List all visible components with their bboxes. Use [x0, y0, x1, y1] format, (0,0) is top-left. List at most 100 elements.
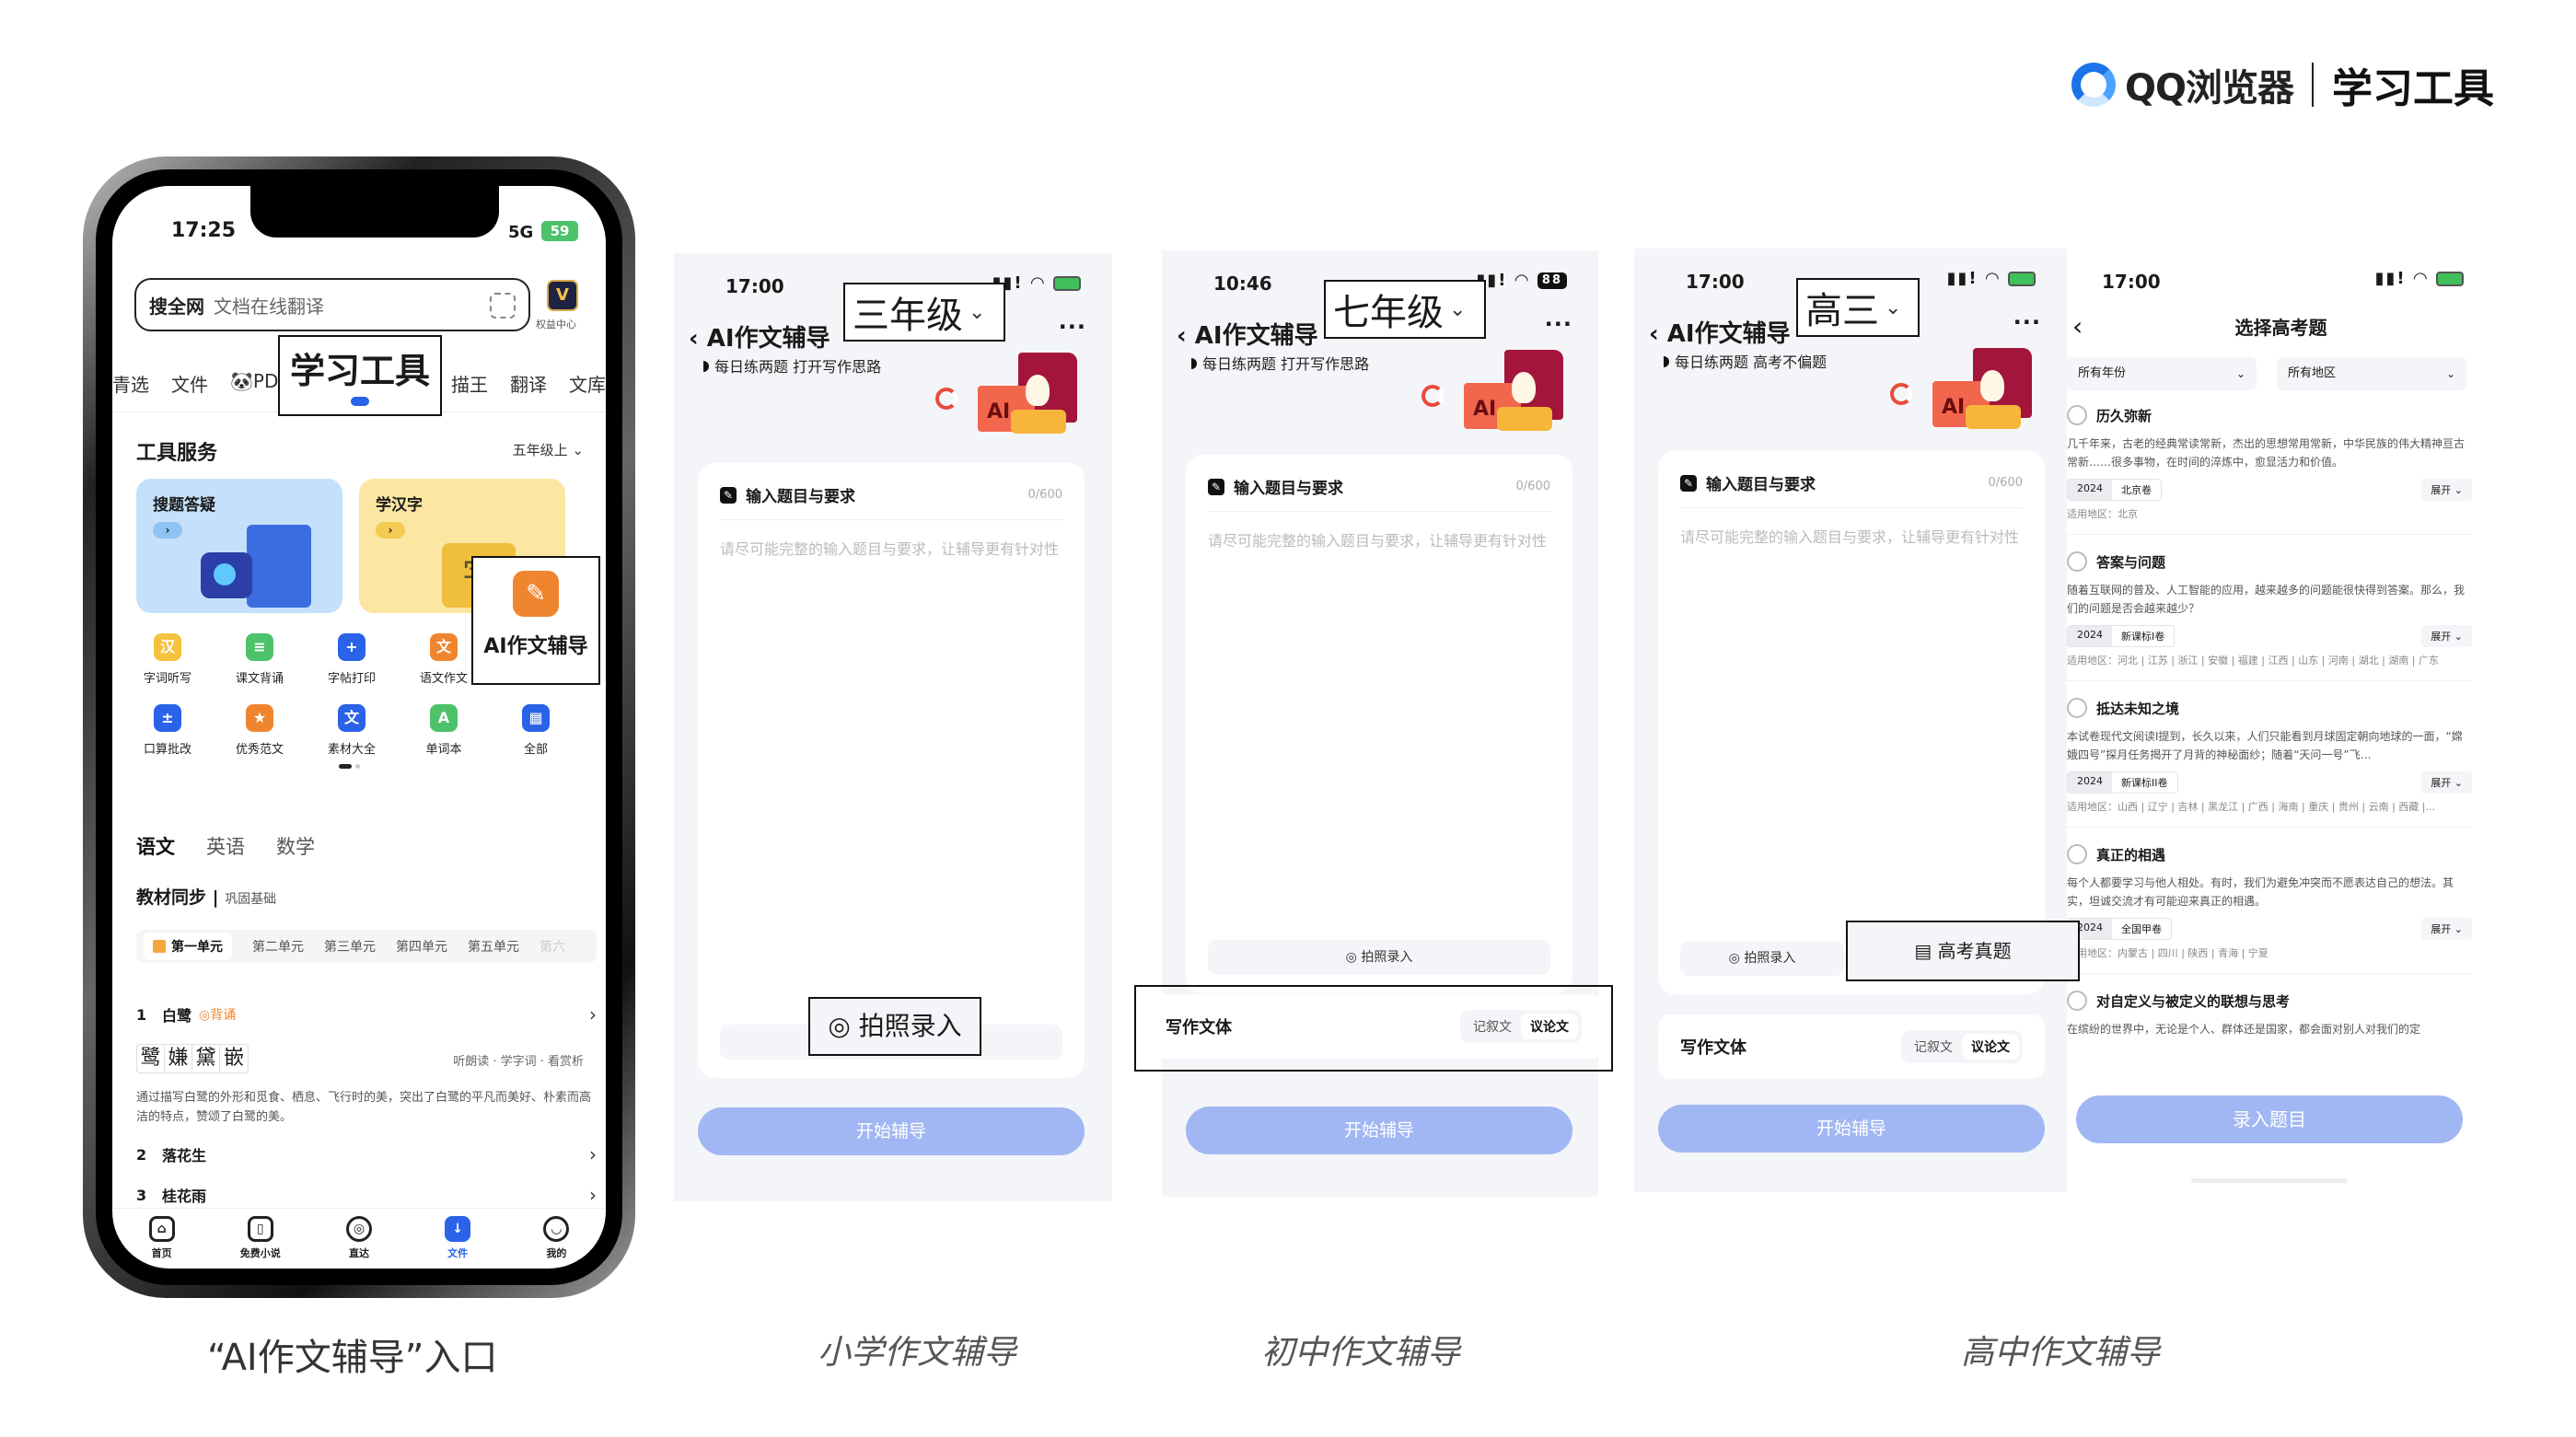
- question-item[interactable]: 真正的相遇 每个人都要学习与他人相处。有时，我们为避免冲突而不愿表达自己的想法。…: [2067, 844, 2472, 974]
- lesson-item[interactable]: 3 桂花雨 ›: [136, 1184, 597, 1206]
- exam-doc-icon: ▤: [1914, 940, 1932, 962]
- unit-tab-5[interactable]: 第五单元: [468, 937, 519, 956]
- tab-files[interactable]: 文件: [171, 370, 208, 407]
- unit-tab-1[interactable]: 第一单元: [144, 933, 232, 960]
- nav-files[interactable]: ↓ 文件: [421, 1216, 494, 1269]
- nav-me[interactable]: ◡ 我的: [519, 1216, 593, 1269]
- topic-input[interactable]: 请尽可能完整的输入题目与要求，让辅导更有针对性: [720, 537, 1062, 562]
- vip-icon[interactable]: V: [547, 280, 578, 311]
- vip-label[interactable]: 权益中心: [536, 317, 576, 331]
- tab-study-tools[interactable]: 学习工具: [280, 342, 440, 393]
- tool-dictation[interactable]: 汉字词听写: [122, 633, 214, 686]
- submit-question-button[interactable]: 录入题目: [2076, 1095, 2463, 1143]
- grade-selector[interactable]: 七年级 ⌄: [1324, 280, 1486, 339]
- battery-charging-icon: [2008, 272, 2036, 286]
- expand-button[interactable]: 展开 ⌄: [2421, 918, 2472, 940]
- year-filter[interactable]: 所有年份 ⌄: [2067, 357, 2257, 390]
- camera-illustration: [201, 552, 252, 598]
- dictation-icon: 汉: [154, 633, 181, 661]
- card-search-questions[interactable]: 搜题答疑 ›: [136, 479, 342, 613]
- more-icon[interactable]: ···: [1545, 311, 1572, 337]
- tab-english[interactable]: 英语: [206, 832, 245, 860]
- radio-button[interactable]: [2067, 991, 2087, 1011]
- lesson-item[interactable]: 2 落花生 ›: [136, 1143, 597, 1165]
- grade-selector[interactable]: 五年级上 ⌄: [513, 440, 584, 459]
- back-button[interactable]: ‹ AI作文辅导: [689, 319, 830, 353]
- unit-tab-6[interactable]: 第六: [540, 937, 565, 956]
- chevron-right-icon: ›: [376, 522, 405, 539]
- radio-button[interactable]: [2067, 844, 2087, 864]
- status-time: 17:00: [725, 275, 784, 297]
- photo-input-button[interactable]: ◎ 拍照录入: [808, 997, 981, 1056]
- topic-input-card: ✎ 输入题目与要求 0/600 请尽可能完整的输入题目与要求，让辅导更有针对性: [698, 463, 1085, 1078]
- char-count: 0/600: [1027, 488, 1062, 502]
- radio-button[interactable]: [2067, 551, 2087, 572]
- bottom-nav: ⌂ 首页 ▯ 免费小说 ◎ 直达 ↓ 文件 ◡ 我的: [112, 1208, 606, 1269]
- genre-narrative[interactable]: 记叙文: [1905, 1034, 1962, 1060]
- tab-selected[interactable]: 青选: [112, 370, 149, 407]
- start-button[interactable]: 开始辅导: [1186, 1107, 1572, 1154]
- tab-math[interactable]: 数学: [276, 832, 315, 860]
- start-button[interactable]: 开始辅导: [1658, 1105, 2045, 1153]
- question-item[interactable]: 答案与问题 随着互联网的普及、人工智能的应用，越来越多的问题能很快得到答案。那么…: [2067, 551, 2472, 681]
- lesson-description: 通过描写白鹭的外形和觅食、栖息、飞行时的美，突出了白鹭的平凡而美好、朴素而高洁的…: [136, 1091, 592, 1124]
- question-item[interactable]: 抵达未知之境 本试卷现代文阅读I提到，长久以来，人们只能看到月球固定朝向地球的一…: [2067, 698, 2472, 828]
- nav-novels[interactable]: ▯ 免费小说: [224, 1216, 297, 1269]
- essay-icon: 文: [430, 633, 458, 661]
- nav-direct[interactable]: ◎ 直达: [322, 1216, 396, 1269]
- expand-button[interactable]: 展开 ⌄: [2421, 479, 2472, 501]
- more-icon[interactable]: ···: [2013, 309, 2041, 335]
- tab-library[interactable]: 文库: [569, 370, 606, 407]
- grade-selector[interactable]: 高三 ⌄: [1796, 278, 1920, 337]
- book-open-icon: ▯: [247, 1216, 273, 1242]
- more-icon[interactable]: ···: [1059, 314, 1086, 340]
- search-scope[interactable]: 搜全网: [149, 292, 204, 319]
- radio-button[interactable]: [2067, 698, 2087, 718]
- radio-button[interactable]: [2067, 405, 2087, 425]
- senior-high-screen: 17:00 ▮▮! ◠ ‹ AI作文辅导 ··· 高三 ⌄ 每日练两题 高考不偏题…: [1634, 249, 2080, 1192]
- photo-input-button[interactable]: ◎ 拍照录入: [1208, 940, 1550, 975]
- region-filter[interactable]: 所有地区 ⌄: [2277, 357, 2466, 390]
- phone-notch: [250, 186, 499, 238]
- expand-button[interactable]: 展开 ⌄: [2421, 625, 2472, 647]
- back-button[interactable]: ‹ AI作文辅导: [1649, 315, 1791, 349]
- nav-home[interactable]: ⌂ 首页: [125, 1216, 199, 1269]
- search-bar[interactable]: 搜全网 文档在线翻译: [134, 278, 530, 331]
- expand-button[interactable]: 展开 ⌄: [2421, 771, 2472, 794]
- lesson-item[interactable]: 1 白鹭 ◎背诵 ›: [136, 1003, 597, 1026]
- active-tab-indicator: [351, 397, 369, 406]
- tool-wordbook[interactable]: A 单词本: [398, 704, 490, 757]
- tab-study-tools-callout[interactable]: 学习工具: [278, 335, 442, 416]
- tab-scanner[interactable]: 描王: [451, 370, 488, 407]
- tool-recite[interactable]: ≡ 课文背诵: [214, 633, 306, 686]
- card-title: 学汉字: [376, 496, 423, 515]
- search-input[interactable]: 文档在线翻译: [214, 292, 324, 319]
- tab-chinese[interactable]: 语文: [136, 832, 175, 860]
- grade-selector[interactable]: 三年级 ⌄: [843, 283, 1005, 342]
- question-item[interactable]: 对自定义与被定义的联想与思考 在缤纷的世界中，无论是个人、群体还是国家，都会面对…: [2067, 991, 2472, 1051]
- status-icons: ▮▮! ◠: [1947, 269, 2036, 288]
- genre-argumentative[interactable]: 议论文: [1962, 1034, 2019, 1060]
- gaokao-questions-button[interactable]: ▤ 高考真题: [1846, 921, 2080, 981]
- question-item[interactable]: 历久弥新 几千年来，古老的经典常读常新，杰出的思想常用常新，中华民族的伟大精神亘…: [2067, 405, 2472, 535]
- topic-input[interactable]: 请尽可能完整的输入题目与要求，让辅导更有针对性: [1680, 525, 2023, 550]
- scan-icon[interactable]: [490, 293, 516, 319]
- tool-materials[interactable]: 文素材大全: [306, 704, 398, 757]
- lesson-actions[interactable]: 听朗读 · 学字词 · 看赏析: [453, 1051, 584, 1069]
- tool-arithmetic-check[interactable]: ± 口算批改: [122, 704, 214, 757]
- tool-copybook-print[interactable]: + 字帖打印: [306, 633, 398, 686]
- tool-model-essays[interactable]: ★ 优秀范文: [214, 704, 306, 757]
- signal-icon: ▮▮!: [1946, 269, 1978, 288]
- topic-input[interactable]: 请尽可能完整的输入题目与要求，让辅导更有针对性: [1208, 528, 1550, 554]
- ai-essay-tutor-callout[interactable]: ✎ AI作文辅导: [471, 556, 600, 685]
- start-button[interactable]: 开始辅导: [698, 1107, 1085, 1155]
- back-button[interactable]: ‹ AI作文辅导: [1177, 317, 1318, 351]
- unit-tab-3[interactable]: 第三单元: [324, 937, 376, 956]
- status-icons: ▮▮! ◠: [2375, 269, 2464, 288]
- unit-tab-2[interactable]: 第二单元: [252, 937, 304, 956]
- photo-input-button[interactable]: ◎ 拍照录入: [1680, 941, 1844, 976]
- logo-divider: [2312, 63, 2315, 107]
- tab-translate[interactable]: 翻译: [510, 370, 547, 407]
- unit-tab-4[interactable]: 第四单元: [396, 937, 447, 956]
- tool-all[interactable]: ▦ 全部: [490, 704, 582, 757]
